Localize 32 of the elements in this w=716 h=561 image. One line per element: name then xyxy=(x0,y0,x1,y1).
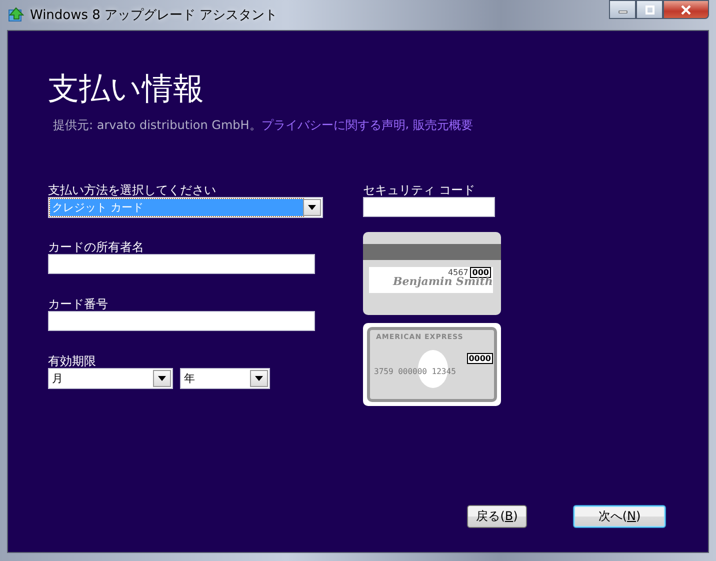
info-link[interactable]: 販売元概要 xyxy=(412,117,473,134)
app-icon xyxy=(8,7,24,23)
security-code-sample: 000 xyxy=(470,267,491,278)
expiry-dropdown[interactable]: 年 xyxy=(180,368,270,389)
signature-text: Benjamin Smith xyxy=(393,275,491,288)
field-label: セキュリティ コード xyxy=(363,183,476,197)
expiry-dropdown[interactable]: 月 xyxy=(48,368,173,389)
maximize-button[interactable] xyxy=(636,0,663,19)
field-label: カードの所有者名 xyxy=(48,240,145,254)
close-icon xyxy=(681,4,691,14)
security-code-sample: 0000 xyxy=(466,353,493,364)
input-field[interactable] xyxy=(48,254,315,274)
close-button[interactable] xyxy=(663,0,709,19)
card-number-text: 3759 000000 12345 xyxy=(374,367,456,376)
dropdown-caret-icon xyxy=(158,376,166,381)
page-heading: 支払い情報 xyxy=(48,70,205,109)
field-label: 有効期限 xyxy=(48,354,97,368)
field-label: カード番号 xyxy=(48,297,109,311)
dropdown-caret-icon xyxy=(308,205,316,210)
input-field[interactable] xyxy=(48,311,315,331)
dropdown-caret-icon xyxy=(255,376,263,381)
window-title: Windows 8 アップグレード アシスタント xyxy=(30,7,278,24)
security-code-field[interactable] xyxy=(363,197,495,217)
field-label: 支払い方法を選択してください xyxy=(48,183,217,197)
wizard-button[interactable]: 戻る(B) xyxy=(467,505,527,528)
wizard-button[interactable]: 次へ(N) xyxy=(573,505,666,528)
minimize-button[interactable] xyxy=(609,0,636,19)
info-link[interactable]: プライバシーに関する声明 xyxy=(261,117,406,134)
maximize-icon xyxy=(644,4,654,14)
link-separator: , xyxy=(405,117,410,133)
provider-text: 提供元: arvato distribution GmbH。 xyxy=(53,117,262,134)
card-digits: 4567 xyxy=(448,268,468,277)
